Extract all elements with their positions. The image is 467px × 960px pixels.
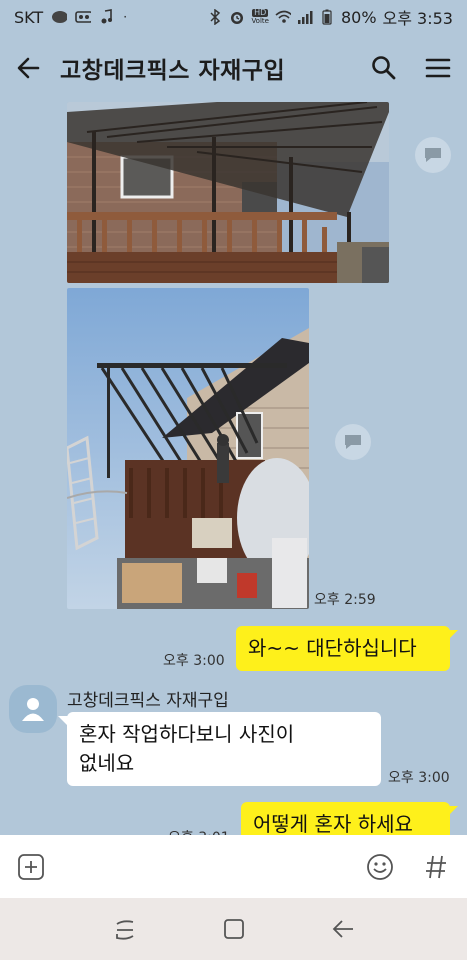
search-button[interactable] (369, 53, 399, 83)
hd-volte-icon: HD Volte (251, 8, 269, 26)
nav-back-button[interactable] (328, 914, 358, 944)
dot-indicator: · (123, 10, 128, 24)
message-text: 와~~ 대단하십니다 (248, 636, 417, 660)
plus-square-icon (18, 853, 44, 880)
message-timestamp: 오후 3:01 (168, 827, 230, 835)
cassette-icon (75, 9, 92, 25)
arrow-left-icon (17, 57, 40, 79)
message-input-bar (0, 835, 467, 898)
bubble-tail (448, 806, 458, 816)
emoji-icon (367, 853, 393, 880)
share-photo-2-button[interactable] (335, 424, 371, 460)
photos-timestamp: 오후 2:59 (314, 592, 376, 608)
wifi-icon (275, 9, 291, 25)
recent-apps-button[interactable] (110, 914, 140, 944)
kakaotalk-talk-icon (51, 9, 68, 25)
hash-icon (426, 855, 446, 878)
status-bar: SKT · HD Volte 80% 오후 3:53 (0, 0, 467, 34)
avatar[interactable] (9, 685, 57, 733)
battery-icon (319, 9, 335, 25)
carrier-label: SKT (14, 7, 44, 27)
message-text: 어떻게 혼자 하세요 (253, 812, 413, 835)
message-text-line-1: 혼자 작업하다보니 사진이 (79, 722, 295, 746)
emoji-button[interactable] (365, 852, 395, 882)
share-icon (425, 148, 441, 162)
default-profile-icon (22, 698, 44, 721)
other-message-bubble[interactable]: 혼자 작업하다보니 사진이 없네요 (67, 712, 381, 786)
clock: 오후 3:53 (382, 9, 453, 28)
photo-deck-pergola-1[interactable] (67, 102, 389, 283)
battery-percent: 80% (340, 7, 377, 27)
bubble-tail (448, 630, 458, 640)
back-button[interactable] (14, 53, 44, 83)
chat-area[interactable]: 오후 2:59 오후 3:00 와~~ 대단하십니다 고창데크픽스 자재구입 혼… (0, 102, 467, 835)
music-note-icon (99, 9, 115, 25)
app-bar: 고창데크픽스 자재구입 (0, 34, 467, 102)
search-icon (372, 56, 396, 80)
alarm-icon (229, 9, 245, 25)
message-timestamp: 오후 3:00 (163, 653, 225, 669)
attach-button[interactable] (16, 852, 46, 882)
my-message-bubble[interactable]: 와~~ 대단하십니다 (236, 626, 450, 671)
share-photo-1-button[interactable] (415, 137, 451, 173)
recent-apps-icon (115, 920, 133, 940)
message-input[interactable] (62, 846, 349, 887)
sender-name: 고창데크픽스 자재구입 (67, 691, 229, 711)
home-square-icon (223, 919, 244, 939)
menu-icon (425, 58, 451, 78)
hashtag-search-button[interactable] (421, 852, 451, 882)
home-button[interactable] (219, 914, 249, 944)
photo-deck-pergola-2[interactable] (67, 288, 309, 609)
back-arrow-icon (332, 920, 353, 938)
menu-button[interactable] (423, 53, 453, 83)
message-text-line-2: 없네요 (79, 751, 135, 775)
my-message-bubble[interactable]: 어떻게 혼자 하세요 (241, 802, 450, 835)
chat-title: 고창데크픽스 자재구입 (60, 58, 286, 84)
message-timestamp: 오후 3:00 (388, 770, 450, 786)
bluetooth-icon (207, 9, 223, 25)
system-nav-bar (0, 898, 467, 960)
signal-icon (297, 9, 313, 25)
share-icon (345, 435, 361, 449)
